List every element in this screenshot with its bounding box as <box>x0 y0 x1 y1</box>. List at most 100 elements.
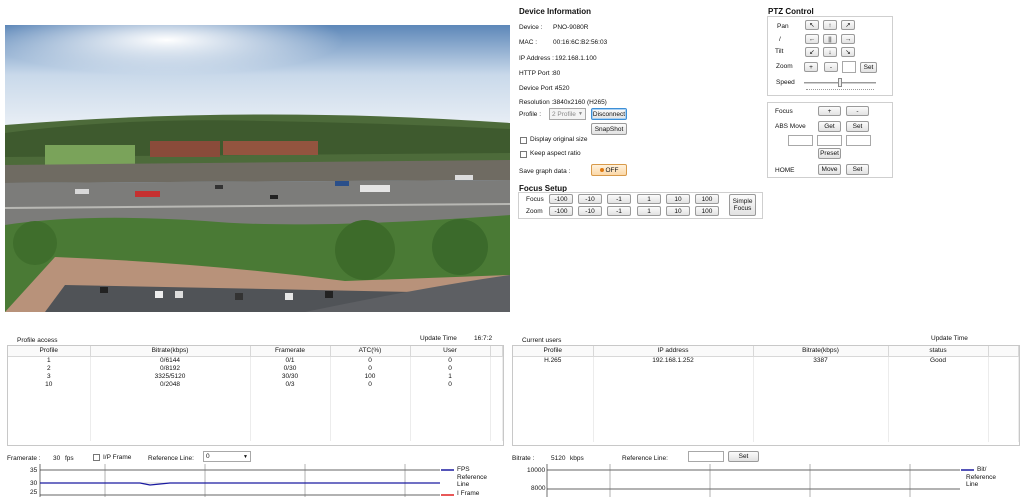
cell <box>490 380 503 388</box>
col-bitrate[interactable]: Bitrate(kbps) <box>90 346 251 357</box>
cell: 192.168.1.252 <box>593 356 754 364</box>
col-framerate[interactable]: Framerate <box>250 346 331 357</box>
profile-label: Profile : <box>519 111 542 118</box>
bitrate-unit: kbps <box>570 455 584 462</box>
focus-step-m1[interactable]: -1 <box>607 194 631 204</box>
fps-y-tick: 35 <box>30 467 38 474</box>
cell: 3325/5120 <box>90 372 251 380</box>
col-user-profile[interactable]: Profile <box>513 346 594 357</box>
zoom-value-input[interactable] <box>842 61 856 73</box>
ip-frame-checkbox[interactable] <box>93 454 100 461</box>
bitrate-y-tick: 8000 <box>531 485 546 492</box>
ptz-up-right-button[interactable]: ↗ <box>841 20 855 30</box>
table-row[interactable]: 3 3325/5120 30/30 100 1 <box>8 372 503 380</box>
preset-button[interactable]: Preset <box>818 148 841 159</box>
abs-zoom-input[interactable] <box>846 135 871 146</box>
resolution-label: Resolution : <box>519 99 554 106</box>
ptz-up-button[interactable]: ↑ <box>823 20 837 30</box>
keep-aspect-checkbox[interactable] <box>520 151 527 158</box>
zoom-set-button[interactable]: Set <box>860 62 877 73</box>
col-profile[interactable]: Profile <box>8 346 91 357</box>
focus-step-m10[interactable]: -10 <box>578 194 602 204</box>
table-header-row: Profile IP address Bitrate(kbps) status <box>513 346 1019 357</box>
zoom-step-p1[interactable]: 1 <box>637 206 661 216</box>
save-graph-toggle[interactable]: OFF <box>591 164 627 176</box>
mac-value: 00:16:6C:B2:56:03 <box>553 39 608 46</box>
zoom-step-m10[interactable]: -10 <box>578 206 602 216</box>
cell: 0 <box>330 380 411 388</box>
col-status[interactable]: status <box>888 346 989 357</box>
fps-ref-line-label: Reference Line: <box>148 455 194 462</box>
zoom-in-button[interactable]: + <box>804 62 818 72</box>
col-user-bitrate[interactable]: Bitrate(kbps) <box>753 346 889 357</box>
fps-y-tick: 30 <box>30 480 38 487</box>
speed-slider-thumb[interactable] <box>838 78 842 87</box>
table-row[interactable]: 1 0/6144 0/1 0 0 <box>8 356 503 364</box>
bitrate-ref-set-button[interactable]: Set <box>728 451 759 462</box>
video-view[interactable] <box>5 25 510 312</box>
cell: 0 <box>410 380 491 388</box>
fps-ref-line-select[interactable]: 0 ▼ <box>203 451 251 462</box>
col-ip-address[interactable]: IP address <box>593 346 754 357</box>
legend-bitrate: Bit/ <box>977 466 987 473</box>
abs-pan-input[interactable] <box>788 135 813 146</box>
home-move-button[interactable]: Move <box>818 164 841 175</box>
http-port-value: 80 <box>553 70 561 77</box>
pan-tilt-slash: / <box>779 36 781 43</box>
focus-step-p10[interactable]: 10 <box>666 194 690 204</box>
abs-tilt-input[interactable] <box>817 135 842 146</box>
abs-get-button[interactable]: Get <box>818 121 841 132</box>
resolution-value: 3840x2160 (H265) <box>553 99 607 106</box>
ptz-up-left-button[interactable]: ↖ <box>805 20 819 30</box>
focus-step-p100[interactable]: 100 <box>695 194 719 204</box>
cell: 0 <box>330 364 411 372</box>
ptz-down-right-button[interactable]: ↘ <box>841 47 855 57</box>
keep-aspect-label: Keep aspect ratio <box>530 150 581 157</box>
focus-minus-button[interactable]: - <box>846 106 869 116</box>
cell: 0/6144 <box>90 356 251 364</box>
col-atc[interactable]: ATC(%) <box>330 346 411 357</box>
abs-set-button[interactable]: Set <box>846 121 869 132</box>
cell <box>988 356 1019 364</box>
ptz-down-left-button[interactable]: ↙ <box>805 47 819 57</box>
ip-label: IP Address : <box>519 55 554 62</box>
chevron-down-icon: ▼ <box>578 111 583 117</box>
ip-frame-label: I/P Frame <box>103 454 132 461</box>
framerate-value: 30 <box>53 455 61 462</box>
framerate-label: Framerate : <box>7 455 41 462</box>
col-spacer <box>490 346 503 357</box>
speed-slider-ticks <box>806 89 874 90</box>
bitrate-label: Bitrate : <box>512 455 535 462</box>
table-row[interactable]: H.265 192.168.1.252 3387 Good <box>513 356 1019 364</box>
home-set-button[interactable]: Set <box>846 164 869 175</box>
speed-slider[interactable] <box>804 78 876 87</box>
zoom-step-p100[interactable]: 100 <box>695 206 719 216</box>
bitrate-ref-line-input[interactable] <box>688 451 724 462</box>
zoom-step-m1[interactable]: -1 <box>607 206 631 216</box>
profile-select[interactable]: 2 Profile ▼ <box>549 108 586 120</box>
table-row[interactable]: 10 0/2048 0/3 0 0 <box>8 380 503 388</box>
zoom-step-p10[interactable]: 10 <box>666 206 690 216</box>
zoom-out-button[interactable]: - <box>824 62 838 72</box>
table-row[interactable]: 2 0/8192 0/30 0 0 <box>8 364 503 372</box>
ptz-down-button[interactable]: ↓ <box>823 47 837 57</box>
http-port-label: HTTP Port : <box>519 70 554 77</box>
cell: 1 <box>8 356 91 364</box>
device-label: Device : <box>519 24 543 31</box>
zoom-step-m100[interactable]: -100 <box>549 206 573 216</box>
snapshot-button[interactable]: SnapShot <box>591 123 627 135</box>
profile-access-table: Profile Bitrate(kbps) Framerate ATC(%) U… <box>7 345 504 446</box>
col-user[interactable]: User <box>410 346 491 357</box>
simple-focus-button[interactable]: Simple Focus <box>729 194 756 216</box>
focus-step-m100[interactable]: -100 <box>549 194 573 204</box>
ptz-right-button[interactable]: → <box>841 34 855 44</box>
ptz-left-button[interactable]: ← <box>805 34 819 44</box>
display-original-checkbox[interactable] <box>520 137 527 144</box>
cell: 0 <box>330 356 411 364</box>
ptz-stop-button[interactable]: || <box>823 34 837 44</box>
cell: 0 <box>410 364 491 372</box>
focus-step-p1[interactable]: 1 <box>637 194 661 204</box>
disconnect-button[interactable]: Disconnect <box>591 108 627 120</box>
focus-setup-focus-label: Focus <box>526 196 544 203</box>
focus-plus-button[interactable]: + <box>818 106 841 116</box>
